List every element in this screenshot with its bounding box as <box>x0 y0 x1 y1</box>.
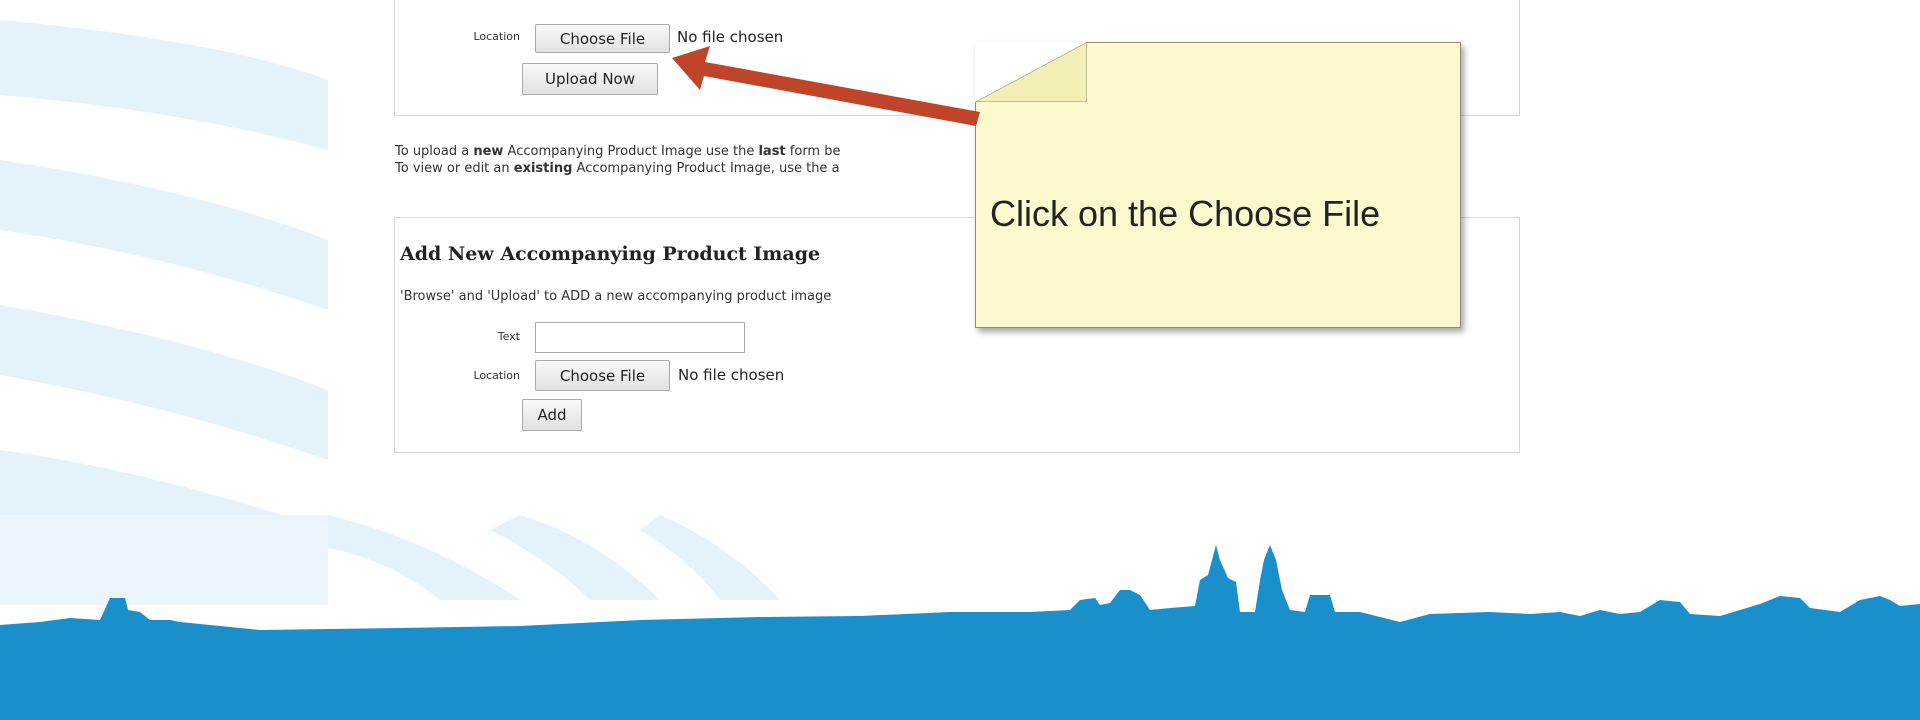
location-label: Location <box>473 30 520 43</box>
add-section-description: 'Browse' and 'Upload' to ADD a new accom… <box>400 289 832 304</box>
instruction-line-existing: To view or edit an existing Accompanying… <box>395 161 840 176</box>
add-button[interactable]: Add <box>522 399 582 431</box>
instruction-line-new: To upload a new Accompanying Product Ima… <box>395 144 841 159</box>
choose-file-button-add[interactable]: Choose File <box>535 360 670 391</box>
text-label: Text <box>497 330 520 343</box>
location-label-add: Location <box>473 369 520 382</box>
callout-text: Click on the Choose File <box>990 193 1381 234</box>
choose-file-button[interactable]: Choose File <box>535 24 670 53</box>
text-input[interactable] <box>535 322 745 353</box>
file-status-text: No file chosen <box>677 28 784 46</box>
upload-now-button[interactable]: Upload Now <box>522 63 658 95</box>
callout-folded-corner <box>975 42 1087 102</box>
add-section-title: Add New Accompanying Product Image <box>400 243 821 265</box>
file-status-text-add: No file chosen <box>678 366 785 384</box>
